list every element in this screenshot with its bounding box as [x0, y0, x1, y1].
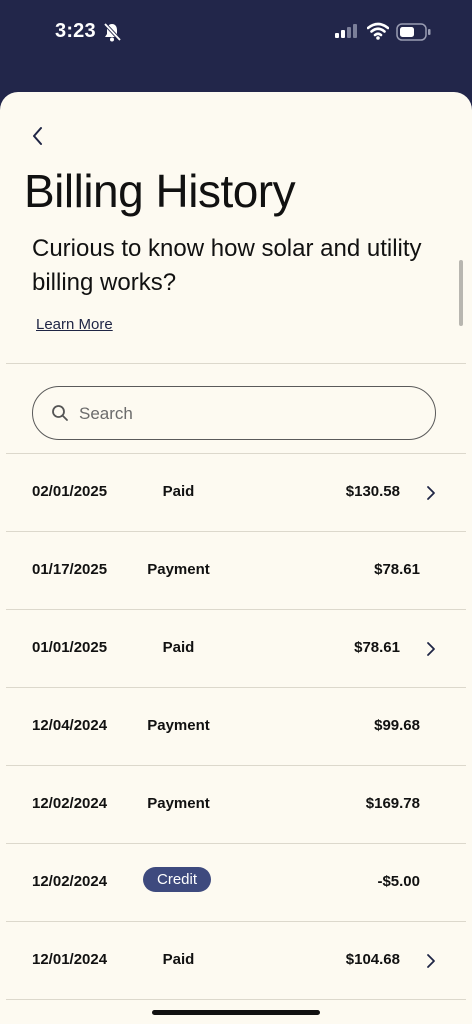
chevron-right-icon[interactable] — [426, 485, 436, 501]
transaction-amount: $99.68 — [374, 717, 420, 734]
transaction-type: Paid — [162, 639, 195, 656]
transaction-row[interactable]: 02/01/2025 Paid $130.58 — [6, 453, 466, 531]
transaction-amount: $78.61 — [354, 639, 400, 656]
home-indicator[interactable] — [152, 1010, 320, 1015]
search-input[interactable] — [77, 397, 401, 431]
transaction-date: 12/04/2024 — [32, 717, 108, 734]
transaction-list: 02/01/2025 Paid $130.58 01/17/2025 Payment $7… — [6, 453, 466, 1000]
status-bar: 3:23 — [0, 0, 472, 70]
transaction-amount: -$5.00 — [377, 873, 420, 890]
transaction-row: 12/02/2024 Payment $169.78 — [6, 765, 466, 843]
signal-icon — [335, 24, 357, 38]
battery-icon — [396, 23, 431, 41]
status-time: 3:23 — [55, 20, 96, 42]
search-icon — [52, 405, 68, 421]
chevron-right-icon[interactable] — [426, 953, 436, 969]
transaction-row[interactable]: 01/01/2025 Paid $78.61 — [6, 609, 466, 687]
transaction-row[interactable]: 12/01/2024 Paid $104.68 — [6, 921, 466, 1000]
chevron-left-icon — [33, 127, 42, 145]
credit-badge: Credit — [143, 867, 212, 892]
chevron-right-icon[interactable] — [426, 641, 436, 657]
page-title: Billing History — [24, 165, 296, 217]
transaction-date: 12/02/2024 — [32, 873, 108, 890]
wifi-icon — [367, 22, 389, 40]
transaction-date: 02/01/2025 — [32, 483, 108, 500]
transaction-row: 01/17/2025 Payment $78.61 — [6, 531, 466, 609]
transaction-amount: $130.58 — [345, 483, 400, 500]
bell-off-icon — [103, 22, 122, 42]
transaction-type: Paid — [162, 951, 195, 968]
transaction-row: 12/02/2024 Credit -$5.00 — [6, 843, 466, 921]
transaction-date: 12/01/2024 — [32, 951, 108, 968]
transaction-amount: $78.61 — [374, 561, 420, 578]
divider — [6, 363, 466, 364]
billing-history-sheet: Billing History Curious to know how sola… — [0, 92, 472, 1024]
transaction-date: 01/17/2025 — [32, 561, 108, 578]
learn-more-link[interactable]: Learn More — [36, 316, 113, 333]
transaction-type: Payment — [147, 561, 210, 578]
transaction-type: Payment — [147, 717, 210, 734]
transaction-type: Paid — [162, 483, 195, 500]
transaction-date: 12/02/2024 — [32, 795, 108, 812]
page-subtitle: Curious to know how solar and utility bi… — [32, 235, 422, 296]
transaction-row: 12/04/2024 Payment $99.68 — [6, 687, 466, 765]
transaction-date: 01/01/2025 — [32, 639, 108, 656]
search-box[interactable] — [32, 386, 436, 440]
transaction-amount: $104.68 — [345, 951, 400, 968]
back-button[interactable] — [26, 122, 52, 150]
transaction-amount: $169.78 — [365, 795, 420, 812]
transaction-type: Payment — [147, 795, 210, 812]
scrollbar[interactable] — [459, 260, 463, 326]
